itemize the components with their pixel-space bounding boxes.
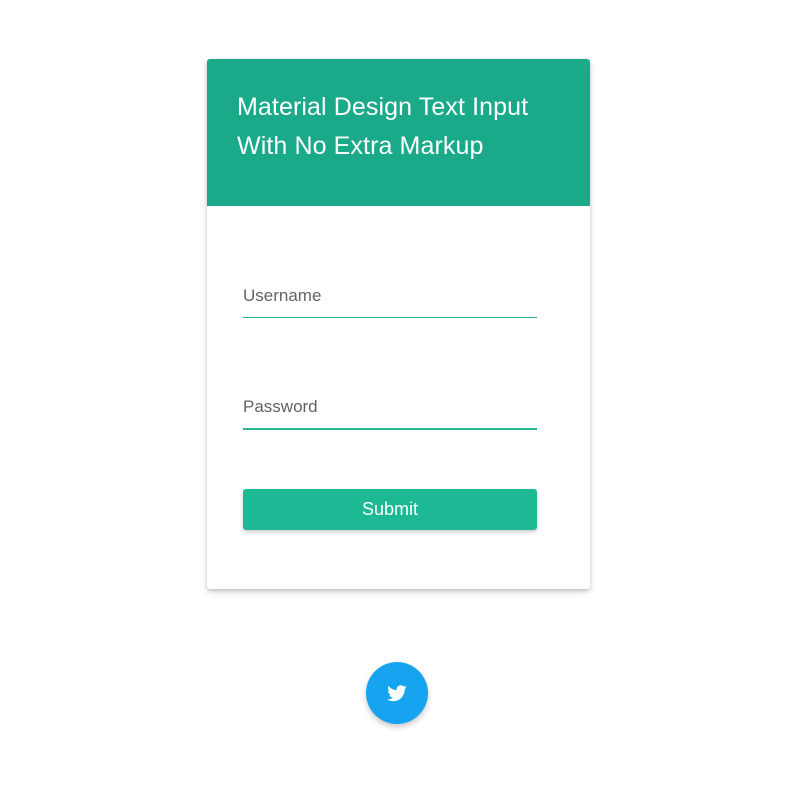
username-input[interactable]	[243, 276, 537, 318]
password-field-wrapper	[243, 388, 537, 430]
page: Material Design Text Input With No Extra…	[0, 0, 800, 788]
login-card: Material Design Text Input With No Extra…	[207, 59, 590, 589]
submit-button[interactable]: Submit	[243, 489, 537, 530]
twitter-share-button[interactable]	[366, 662, 428, 724]
twitter-icon	[387, 684, 407, 702]
card-header: Material Design Text Input With No Extra…	[207, 59, 590, 206]
card-title: Material Design Text Input With No Extra…	[237, 93, 529, 160]
username-field-wrapper	[243, 276, 537, 318]
password-input[interactable]	[243, 388, 537, 430]
